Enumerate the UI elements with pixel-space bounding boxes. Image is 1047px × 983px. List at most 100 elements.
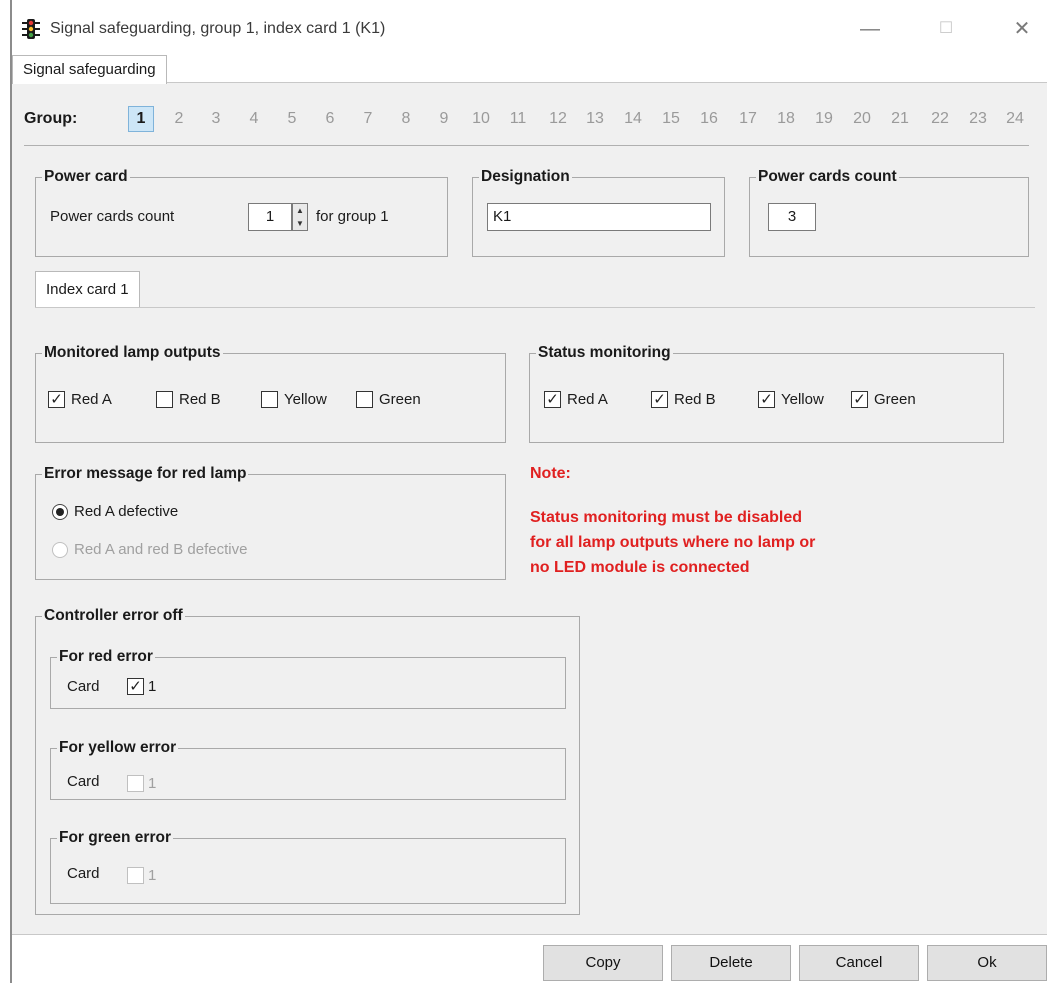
group-number-5[interactable]: 5 — [280, 110, 304, 128]
window-title: Signal safeguarding, group 1, index card… — [50, 20, 386, 37]
error-message-legend: Error message for red lamp — [42, 465, 249, 483]
group-number-6[interactable]: 6 — [318, 110, 342, 128]
ok-button[interactable]: Ok — [927, 945, 1047, 981]
status-yellow-checkbox[interactable]: ✓ — [758, 391, 775, 408]
designation-group: Designation K1 — [472, 168, 725, 257]
red-a-and-b-defective-radio[interactable] — [52, 542, 68, 558]
yellow-error-card-checkbox[interactable] — [127, 775, 144, 792]
status-red-a-checkbox[interactable]: ✓ — [544, 391, 561, 408]
green-error-card-checkbox[interactable] — [127, 867, 144, 884]
cancel-button[interactable]: Cancel — [799, 945, 919, 981]
monitored-lamp-outputs-legend: Monitored lamp outputs — [42, 344, 223, 362]
group-number-14[interactable]: 14 — [621, 110, 645, 128]
red-error-card-checkbox[interactable]: ✓ — [127, 678, 144, 695]
power-card-legend: Power card — [42, 168, 130, 186]
designation-input[interactable]: K1 — [487, 203, 711, 231]
monitored-green-label: Green — [379, 391, 421, 408]
green-error-card-label: Card — [67, 865, 100, 882]
note-line-3: no LED module is connected — [530, 559, 750, 576]
note-line-1: Status monitoring must be disabled — [530, 509, 803, 526]
controller-error-off-group: Controller error off For red error Card … — [35, 607, 580, 915]
green-error-legend: For green error — [57, 829, 173, 847]
monitored-red-b-checkbox[interactable] — [156, 391, 173, 408]
monitored-yellow-checkbox[interactable] — [261, 391, 278, 408]
monitored-lamp-outputs-group: Monitored lamp outputs ✓ Red A Red B Yel… — [35, 344, 506, 443]
status-yellow-label: Yellow — [781, 391, 824, 408]
group-number-8[interactable]: 8 — [394, 110, 418, 128]
error-message-group: Error message for red lamp Red A defecti… — [35, 465, 506, 580]
group-number-20[interactable]: 20 — [850, 110, 874, 128]
stepper-up-icon[interactable]: ▲ — [293, 204, 307, 217]
status-red-b-checkbox[interactable]: ✓ — [651, 391, 668, 408]
group-number-4[interactable]: 4 — [242, 110, 266, 128]
status-green-checkbox[interactable]: ✓ — [851, 391, 868, 408]
group-number-15[interactable]: 15 — [659, 110, 683, 128]
status-red-a-label: Red A — [567, 391, 608, 408]
group-number-23[interactable]: 23 — [966, 110, 990, 128]
stepper-down-icon[interactable]: ▼ — [293, 217, 307, 230]
group-number-12[interactable]: 12 — [546, 110, 570, 128]
tab-index-card-1[interactable]: Index card 1 — [35, 271, 140, 308]
traffic-light-icon — [22, 19, 40, 39]
status-green-label: Green — [874, 391, 916, 408]
tab-signal-safeguarding[interactable]: Signal safeguarding — [12, 55, 167, 84]
group-label: Group: — [24, 110, 78, 127]
minimize-button[interactable]: — — [850, 14, 890, 44]
power-card-group: Power card Power cards count 1 ▲ ▼ for g… — [35, 168, 448, 257]
tabstrip-line — [12, 82, 1047, 83]
yellow-error-card-value: 1 — [148, 775, 157, 792]
group-number-2[interactable]: 2 — [167, 110, 191, 128]
group-number-22[interactable]: 22 — [928, 110, 952, 128]
yellow-error-group: For yellow error Card 1 — [50, 739, 566, 800]
red-a-defective-radio[interactable] — [52, 504, 68, 520]
red-a-and-b-defective-label: Red A and red B defective — [74, 541, 248, 558]
power-cards-count-group: Power cards count 3 — [749, 168, 1029, 257]
group-number-16[interactable]: 16 — [697, 110, 721, 128]
red-a-defective-label: Red A defective — [74, 503, 179, 520]
index-tab-line — [35, 307, 1035, 308]
designation-legend: Designation — [479, 168, 572, 186]
power-cards-count-label: Power cards count — [50, 208, 175, 225]
status-monitoring-group: Status monitoring ✓ Red A ✓ Red B ✓ Yell… — [529, 344, 1004, 443]
status-monitoring-legend: Status monitoring — [536, 344, 673, 362]
delete-button[interactable]: Delete — [671, 945, 791, 981]
button-bar-separator — [12, 934, 1047, 935]
close-button[interactable]: ✕ — [1002, 14, 1042, 44]
monitored-red-a-label: Red A — [71, 391, 112, 408]
red-error-card-label: Card — [67, 678, 100, 695]
group-separator — [24, 145, 1029, 146]
group-number-24[interactable]: 24 — [1003, 110, 1027, 128]
yellow-error-card-label: Card — [67, 773, 100, 790]
group-number-3[interactable]: 3 — [204, 110, 228, 128]
power-cards-count-input[interactable]: 1 — [248, 203, 292, 231]
status-red-b-label: Red B — [674, 391, 716, 408]
for-group-label: for group 1 — [316, 208, 389, 225]
yellow-error-legend: For yellow error — [57, 739, 179, 757]
red-error-group: For red error Card ✓ 1 — [50, 648, 566, 709]
note-title: Note: — [530, 465, 571, 482]
monitored-red-b-label: Red B — [179, 391, 221, 408]
monitored-green-checkbox[interactable] — [356, 391, 373, 408]
group-number-17[interactable]: 17 — [736, 110, 760, 128]
power-cards-count-legend: Power cards count — [756, 168, 899, 186]
group-number-10[interactable]: 10 — [469, 110, 493, 128]
group-number-11[interactable]: 11 — [506, 110, 530, 128]
maximize-button[interactable]: ☐ — [926, 14, 966, 44]
group-number-1[interactable]: 1 — [128, 106, 154, 132]
title-bar: Signal safeguarding, group 1, index card… — [12, 0, 1047, 58]
monitored-red-a-checkbox[interactable]: ✓ — [48, 391, 65, 408]
group-number-7[interactable]: 7 — [356, 110, 380, 128]
red-error-legend: For red error — [57, 648, 155, 666]
green-error-group: For green error Card 1 — [50, 829, 566, 904]
group-number-9[interactable]: 9 — [432, 110, 456, 128]
copy-button[interactable]: Copy — [543, 945, 663, 981]
group-number-19[interactable]: 19 — [812, 110, 836, 128]
red-error-card-value: 1 — [148, 678, 157, 695]
group-number-13[interactable]: 13 — [583, 110, 607, 128]
green-error-card-value: 1 — [148, 867, 157, 884]
group-number-18[interactable]: 18 — [774, 110, 798, 128]
power-cards-count-stepper[interactable]: ▲ ▼ — [292, 203, 308, 231]
power-cards-count-field[interactable]: 3 — [768, 203, 816, 231]
group-number-21[interactable]: 21 — [888, 110, 912, 128]
note-line-2: for all lamp outputs where no lamp or — [530, 534, 816, 551]
